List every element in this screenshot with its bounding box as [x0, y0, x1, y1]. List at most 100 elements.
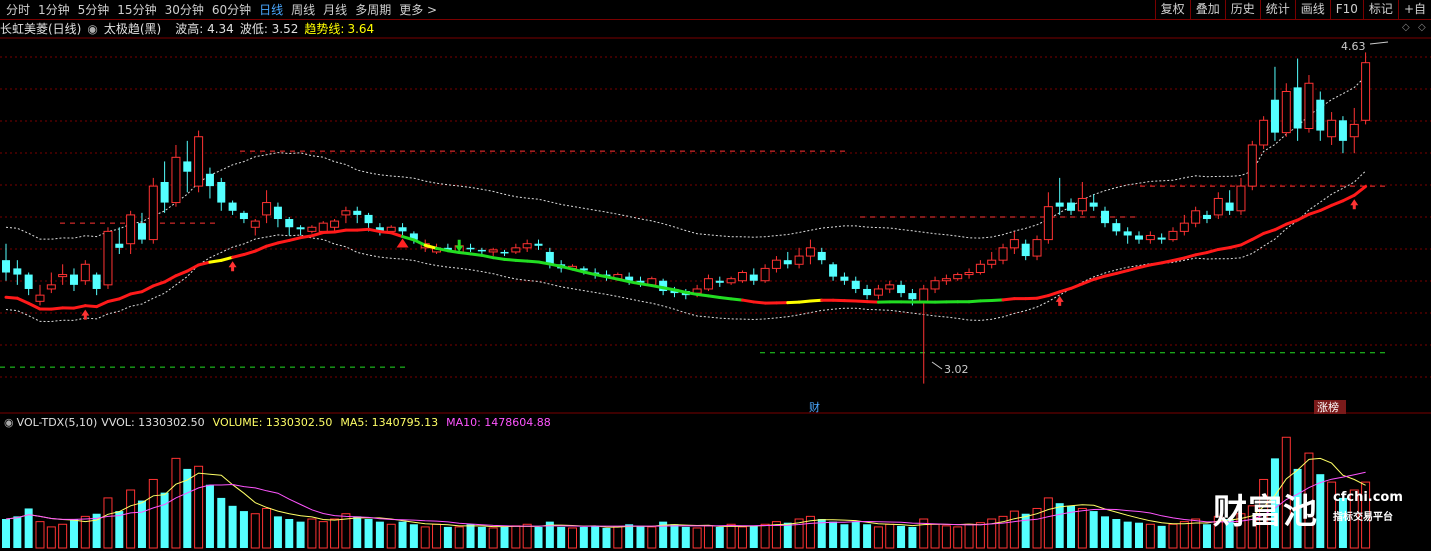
candle-up [873, 288, 883, 296]
volume-bar-down [897, 525, 906, 548]
diamond-icon[interactable]: ◇ [1402, 22, 1410, 33]
volume-bar-up [692, 527, 702, 549]
volume-bar-down [749, 525, 758, 548]
candle-down [1135, 235, 1143, 240]
volume-bar-up [873, 526, 883, 549]
volume-settings-icon[interactable]: ◉ [4, 414, 14, 432]
trend-segment [355, 227, 371, 232]
volume-bar-down [908, 526, 917, 548]
trend-label: 趋势线: [304, 22, 345, 36]
trend-segment [1046, 290, 1062, 298]
candle-up [522, 243, 532, 249]
period-tab[interactable]: 月线 [319, 0, 351, 20]
trend-segment [718, 296, 733, 301]
candle-up [1043, 206, 1053, 241]
stock-name[interactable]: 长虹美菱(日线) [0, 20, 81, 38]
trend-segment [1001, 297, 1016, 302]
period-tab[interactable]: 1分钟 [34, 0, 74, 20]
channel-bands [5, 76, 1366, 323]
volume-bar-up [930, 523, 940, 549]
trend-segment [514, 258, 529, 263]
upper-band [5, 76, 1366, 240]
vvol-value: VVOL: 1330302.50 [101, 416, 205, 429]
ma5-value: MA5: 1340795.13 [340, 416, 439, 429]
volume-bar-up [171, 457, 181, 549]
indicator-name[interactable]: 太极趋(黑) [104, 20, 161, 38]
trend-segment [197, 260, 212, 267]
volume-bar-down [534, 526, 543, 548]
period-tab[interactable]: 60分钟 [208, 0, 255, 20]
volume-bar-up [760, 523, 770, 549]
candle-down [296, 227, 305, 230]
candle-up [330, 220, 340, 228]
period-tab[interactable]: 5分钟 [74, 0, 114, 20]
trend-segment [638, 282, 654, 288]
volume-bar-down [228, 505, 237, 548]
toolbar-button[interactable]: 叠加 [1189, 0, 1225, 20]
trend-segment [1341, 193, 1356, 203]
volume-bar-up [148, 478, 158, 549]
finance-tag[interactable]: 财 [809, 400, 820, 414]
trend-segment [650, 284, 665, 290]
volume-value: VOLUME: 1330302.50 [212, 416, 333, 429]
period-tab[interactable]: 分时 [2, 0, 34, 20]
toolbar-button[interactable]: 标记 [1362, 0, 1398, 20]
trend-segment [265, 241, 280, 248]
candle-up [1077, 197, 1087, 212]
trend-segment [1250, 231, 1266, 241]
volume-bar-up [386, 523, 396, 549]
volume-info-bar: ◉ VOL-TDX(5,10) VVOL: 1330302.50 VOLUME:… [0, 414, 1431, 432]
ma10-value: MA10: 1478604.88 [446, 416, 551, 429]
candle-down [273, 206, 282, 220]
toolbar-button[interactable]: 统计 [1259, 0, 1295, 20]
volume-bar-down [783, 522, 792, 548]
candle-down [1225, 202, 1234, 211]
volume-bar-up [1179, 521, 1189, 549]
toolbar-button[interactable]: +自 [1397, 0, 1431, 20]
volume-bar-down [579, 526, 588, 548]
trend-segment [706, 294, 722, 300]
candle-up [262, 202, 272, 216]
trend-segment [1318, 203, 1334, 212]
trend-segment [1296, 212, 1311, 222]
toolbar-button[interactable]: F10 [1329, 0, 1363, 20]
candle-up [46, 284, 56, 290]
candle-down [500, 251, 509, 254]
candle-down [398, 227, 407, 232]
toolbar-button[interactable]: 历史 [1224, 0, 1260, 20]
volume-bar-down [398, 521, 407, 548]
volume-bar-down [443, 526, 452, 548]
trend-segment [1171, 256, 1186, 262]
trend-segment [231, 253, 246, 259]
period-tab[interactable]: 日线 [255, 0, 287, 20]
volume-indicator-name[interactable]: VOL-TDX(5,10) [17, 414, 98, 432]
candle-up [1236, 185, 1246, 212]
volume-bar-down [1123, 521, 1132, 548]
candle-up [794, 255, 804, 265]
trend-segment [1092, 274, 1107, 281]
period-tab[interactable]: 更多 > [395, 0, 441, 20]
volume-bar-down [466, 524, 475, 548]
toolbar-button[interactable]: 复权 [1154, 0, 1190, 20]
volume-bar-down [375, 521, 384, 548]
trend-segment [140, 284, 155, 294]
limit-up-tag[interactable]: 涨榜 [1317, 400, 1339, 414]
volume-bar-down [670, 524, 679, 548]
period-tab[interactable]: 30分钟 [161, 0, 208, 20]
trend-segment [1080, 277, 1096, 286]
volume-bar-up [568, 527, 577, 549]
candle-down [353, 210, 362, 215]
candle-up [953, 274, 963, 280]
period-tab[interactable]: 多周期 [351, 0, 395, 20]
diamond-icon-2[interactable]: ◇ [1418, 22, 1426, 33]
volume-bar-up [1077, 507, 1087, 549]
volume-bar-up [522, 523, 532, 549]
volume-bar-up [953, 526, 963, 549]
period-tab[interactable]: 15分钟 [113, 0, 160, 20]
indicator-settings-icon[interactable]: ◉ [87, 20, 97, 38]
period-tab[interactable]: 周线 [287, 0, 319, 20]
low-pointer [931, 361, 943, 370]
candle-down [715, 280, 724, 283]
toolbar-button[interactable]: 画线 [1294, 0, 1330, 20]
kline-chart[interactable]: 4.63 3.02 财 涨榜 [0, 0, 1431, 551]
